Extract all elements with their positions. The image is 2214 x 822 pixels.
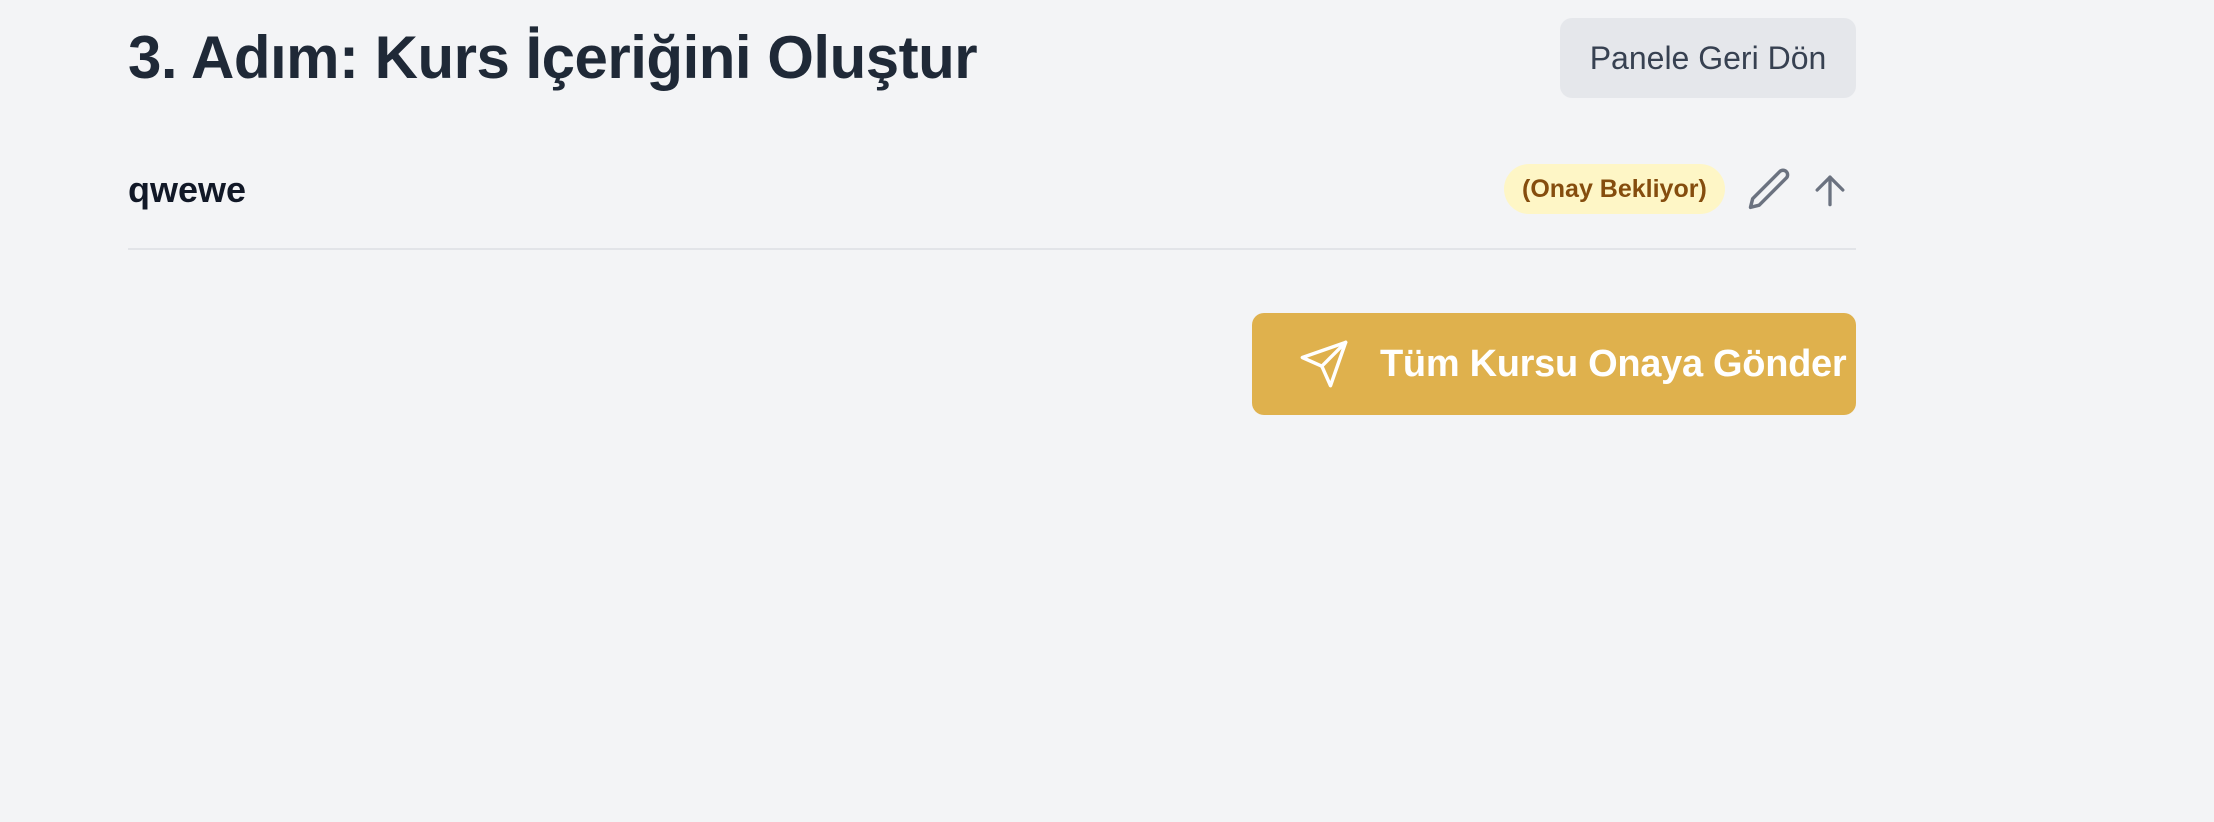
section-row: qwewe (Onay Bekliyor) [128,150,1856,250]
section-title: qwewe [128,169,247,210]
page-title: 3. Adım: Kurs İçeriğini Oluştur [128,24,978,91]
arrow-up-icon [1815,175,1845,207]
pencil-icon [1748,168,1790,210]
back-to-panel-button[interactable]: Panele Geri Dön [1560,18,1856,98]
submit-button-label: Tüm Kursu Onaya Gönder [1380,343,1847,385]
edit-section-button[interactable] [1742,162,1798,218]
page-header: 3. Adım: Kurs İçeriğini Oluştur Panele G… [128,18,1856,98]
send-icon [1300,340,1348,388]
page-container: 3. Adım: Kurs İçeriğini Oluştur Panele G… [128,0,1856,822]
move-up-button[interactable] [1805,162,1855,218]
status-badge: (Onay Bekliyor) [1504,164,1725,214]
submit-course-for-approval-button[interactable]: Tüm Kursu Onaya Gönder [1252,313,1856,415]
